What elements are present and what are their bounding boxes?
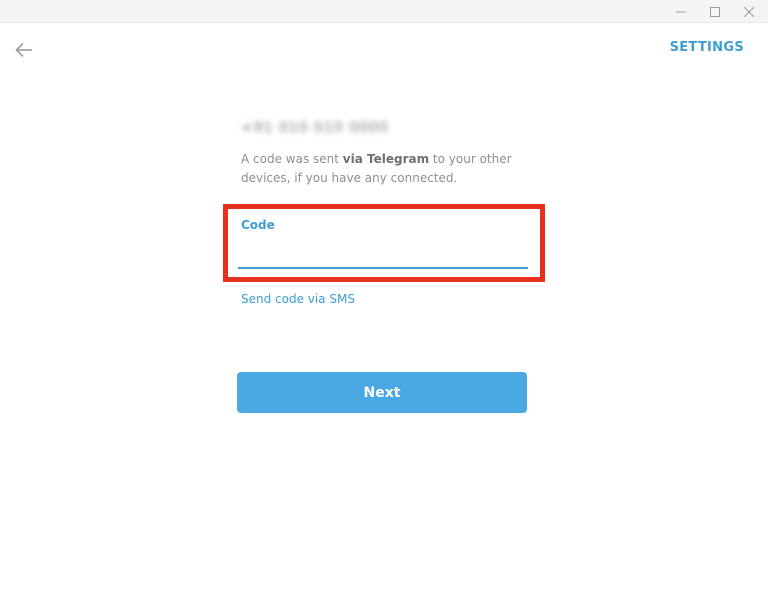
- maximize-button[interactable]: [700, 0, 730, 23]
- next-button[interactable]: Next: [237, 372, 527, 413]
- code-input-underline: [238, 267, 528, 269]
- minimize-button[interactable]: [666, 0, 696, 23]
- title-bar: [0, 0, 768, 23]
- description-bold: via Telegram: [342, 152, 430, 166]
- telegram-window: SETTINGS +91 010 010 0000 A code was sen…: [0, 0, 768, 599]
- code-field-highlight: Code: [223, 204, 545, 282]
- settings-button[interactable]: SETTINGS: [670, 40, 744, 55]
- close-button[interactable]: [734, 0, 764, 23]
- maximize-icon: [710, 6, 720, 17]
- minimize-icon: [676, 11, 686, 12]
- back-button[interactable]: [12, 39, 36, 61]
- code-sent-description: A code was sent via Telegram to your oth…: [241, 150, 531, 188]
- description-prefix: A code was sent: [241, 152, 343, 166]
- code-label: Code: [241, 218, 275, 232]
- phone-number: +91 010 010 0000: [241, 120, 389, 136]
- code-input[interactable]: [238, 239, 528, 269]
- close-icon: [744, 6, 754, 17]
- send-code-via-sms-link[interactable]: Send code via SMS: [241, 292, 355, 306]
- arrow-left-icon: [15, 42, 32, 58]
